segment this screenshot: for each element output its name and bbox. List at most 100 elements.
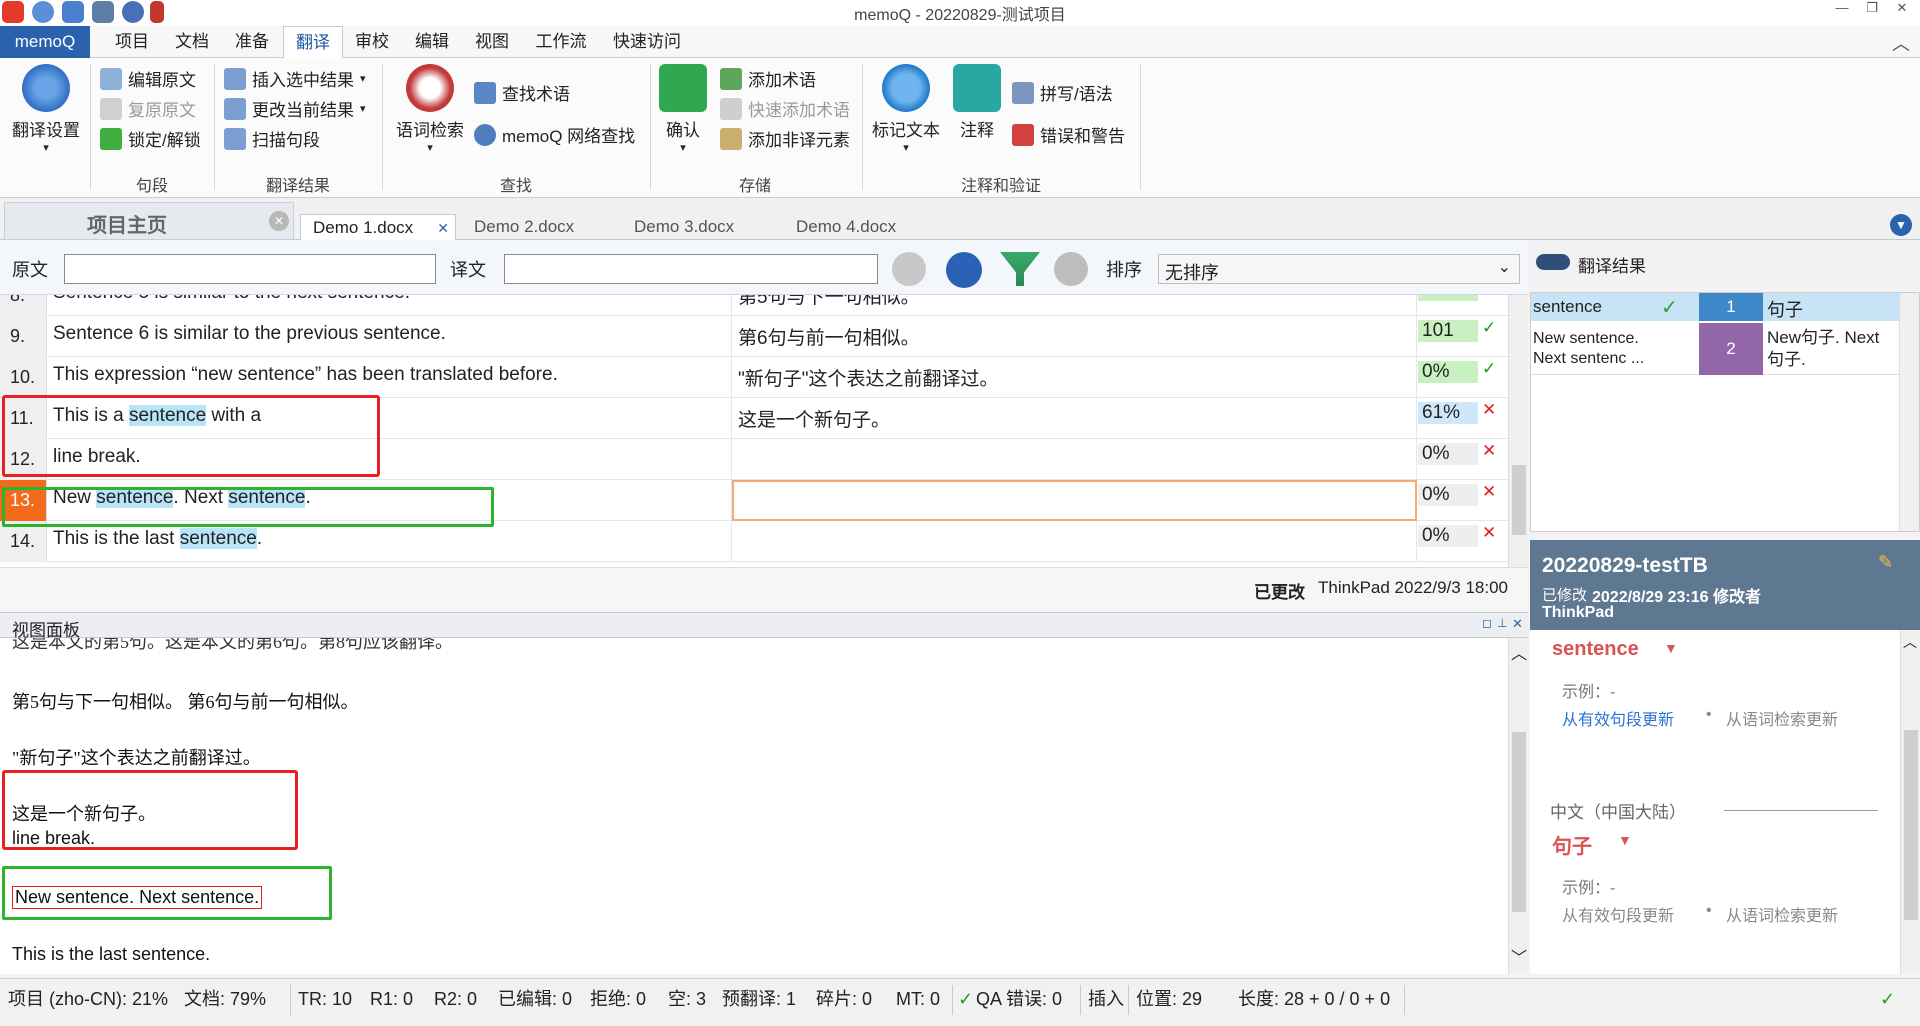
scroll-thumb[interactable] — [1904, 730, 1918, 920]
add-nontranslatable-button[interactable]: 添加非译元素 — [720, 126, 850, 151]
target-cell[interactable]: "新句子"这个表达之前翻译过。 — [732, 357, 1417, 398]
target-cell[interactable] — [732, 521, 1417, 562]
result-row-2[interactable]: New sentence. Next sentenc ... 2 New句子. … — [1531, 323, 1901, 375]
restore-icon[interactable]: ❐ — [1858, 0, 1886, 22]
table-row[interactable]: 10. This expression “new sentence” has b… — [0, 357, 1508, 398]
panel-float-icon[interactable]: ◻ — [1482, 616, 1492, 630]
menu-project[interactable]: 项目 — [104, 26, 160, 58]
target-cell-active[interactable] — [732, 480, 1417, 521]
panel-close-icon[interactable]: ✕ — [1512, 616, 1523, 632]
find-term-button[interactable]: 查找术语 — [474, 80, 570, 105]
status-position: 位置: 29 — [1136, 989, 1203, 1009]
source-cell[interactable]: This expression “new sentence” has been … — [47, 357, 732, 398]
source-cell[interactable]: Sentence 5 is similar to the next senten… — [47, 295, 732, 316]
checkmark-icon: ✓ — [1661, 297, 1678, 319]
collapse-ribbon-icon[interactable]: ︿ — [1892, 30, 1910, 56]
close-tab-icon[interactable]: ✕ — [269, 211, 289, 231]
target-cell[interactable]: 第5句与下一句相似。 — [732, 295, 1417, 316]
update-from-valid-link[interactable]: 从有效句段更新 — [1562, 902, 1674, 926]
connection-ok-icon: ✓ — [1880, 989, 1896, 1009]
confirm-button[interactable]: 确认 ▾ — [656, 64, 710, 154]
status-qa[interactable]: QA 错误: 0 — [976, 979, 1062, 1026]
dropdown-arrow-icon[interactable]: ▼ — [1664, 640, 1678, 656]
scroll-up-icon[interactable]: ︿ — [1903, 632, 1917, 652]
tab-demo-1[interactable]: Demo 1.docx ✕ — [300, 214, 456, 240]
results-header: 翻译结果 — [1530, 244, 1920, 282]
scroll-thumb[interactable] — [1512, 732, 1526, 912]
menu-quick-access[interactable]: 快速访问 — [604, 26, 690, 58]
update-from-concordance-link[interactable]: 从语词检索更新 — [1726, 706, 1838, 730]
menu-prepare[interactable]: 准备 — [222, 26, 282, 58]
annotation-green-box — [2, 487, 494, 527]
sort-dropdown[interactable]: 无排序 ⌄ — [1158, 254, 1520, 284]
source-cell[interactable]: This is the last sentence. — [47, 521, 732, 562]
target-cell[interactable]: 第6句与前一句相似。 — [732, 316, 1417, 357]
target-cell[interactable] — [732, 439, 1417, 480]
tab-list-icon[interactable]: ▼ — [1890, 214, 1912, 236]
target-cell[interactable]: 这是一个新句子。 — [732, 398, 1417, 439]
lock-unlock-button[interactable]: 锁定/解锁 — [100, 126, 201, 151]
quick-add-term-button[interactable]: 快速添加术语 — [720, 96, 850, 121]
status-icon: ✓ — [1482, 295, 1496, 297]
edit-source-button[interactable]: 编辑原文 — [100, 66, 196, 91]
status-document: 文档: 79% — [184, 989, 267, 1009]
result-row-1[interactable]: sentence ✓ 1 句子 — [1531, 293, 1901, 321]
update-from-valid-link[interactable]: 从有效句段更新 — [1562, 706, 1674, 730]
preview-line: 第5句与下一句相似。 第6句与前一句相似。 — [12, 692, 359, 712]
status-insert-mode[interactable]: 插入 — [1088, 979, 1124, 1026]
errors-warnings-button[interactable]: 错误和警告 — [1012, 122, 1125, 147]
concordance-button[interactable]: 语词检索 ▾ — [390, 64, 470, 154]
scroll-thumb[interactable] — [1512, 465, 1526, 535]
menu-memoq[interactable]: memoQ — [0, 26, 90, 58]
table-row[interactable]: 8. Sentence 5 is similar to the next sen… — [0, 295, 1508, 316]
change-current-button[interactable]: 更改当前结果 ▾ — [224, 96, 366, 121]
insert-selected-button[interactable]: 插入选中结果 ▾ — [224, 66, 366, 91]
group-find-label: 查找 — [499, 178, 532, 195]
dropdown-arrow-icon[interactable]: ▼ — [1618, 832, 1632, 848]
close-tab-icon[interactable]: ✕ — [437, 215, 449, 241]
preview-scrollbar[interactable]: ︿ ﹀ — [1508, 638, 1528, 974]
source-cell[interactable]: Sentence 6 is similar to the previous se… — [47, 316, 732, 357]
source-filter-input[interactable] — [64, 254, 436, 284]
tab-project-home[interactable]: 项目主页 ✕ — [4, 202, 294, 240]
group-annotation-label: 注释和验证 — [960, 178, 1041, 195]
table-row[interactable]: 9. Sentence 6 is similar to the previous… — [0, 316, 1508, 357]
panel-pin-icon[interactable]: ⊥ — [1497, 616, 1507, 630]
menu-review[interactable]: 审校 — [346, 26, 398, 58]
grid-scrollbar[interactable] — [1508, 295, 1528, 567]
table-row[interactable]: 14. This is the last sentence. 0% ✕ — [0, 521, 1508, 562]
group-store-label: 存储 — [738, 178, 771, 195]
restore-source-button[interactable]: 复原原文 — [100, 96, 196, 121]
termbase-scrollbar[interactable]: ︿ — [1900, 630, 1920, 974]
menu-workflow[interactable]: 工作流 — [526, 26, 596, 58]
clear-filter-icon[interactable] — [1054, 252, 1088, 286]
result-number: 1 — [1699, 293, 1763, 321]
translation-settings-button[interactable]: 翻译设置 ▾ — [8, 64, 84, 154]
add-filter-icon[interactable] — [1000, 252, 1040, 286]
menu-document[interactable]: 文档 — [164, 26, 220, 58]
filter-search-icon[interactable] — [892, 252, 926, 286]
mark-text-button[interactable]: 标记文本 ▾ — [868, 64, 944, 154]
group-segment-label: 句段 — [135, 178, 168, 195]
scan-segment-button[interactable]: 扫描句段 — [224, 126, 320, 151]
target-filter-input[interactable] — [504, 254, 878, 284]
menu-translate[interactable]: 翻译 — [283, 26, 343, 59]
minimize-icon[interactable]: — — [1828, 0, 1856, 22]
add-term-button[interactable]: 添加术语 — [720, 66, 816, 91]
term-highlight[interactable]: sentence — [179, 528, 257, 549]
edit-pencil-icon[interactable]: ✎ — [1878, 552, 1893, 573]
spelling-button[interactable]: 拼写/语法 — [1012, 80, 1113, 105]
scroll-down-icon[interactable]: ﹀ — [1511, 944, 1527, 968]
menu-view[interactable]: 视图 — [464, 26, 520, 58]
tab-demo-2[interactable]: Demo 2.docx — [462, 214, 586, 240]
results-scrollbar[interactable] — [1899, 293, 1919, 531]
tab-demo-3[interactable]: Demo 3.docx — [622, 214, 746, 240]
tab-demo-4[interactable]: Demo 4.docx — [784, 214, 908, 240]
update-from-concordance-link[interactable]: 从语词检索更新 — [1726, 902, 1838, 926]
web-search-button[interactable]: memoQ 网络查找 — [474, 122, 635, 147]
comment-button[interactable]: 注释 — [950, 64, 1004, 141]
close-icon[interactable]: ✕ — [1888, 0, 1916, 22]
scroll-up-icon[interactable]: ︿ — [1511, 640, 1527, 664]
filter-settings-icon[interactable] — [946, 252, 982, 288]
menu-edit[interactable]: 编辑 — [404, 26, 460, 58]
